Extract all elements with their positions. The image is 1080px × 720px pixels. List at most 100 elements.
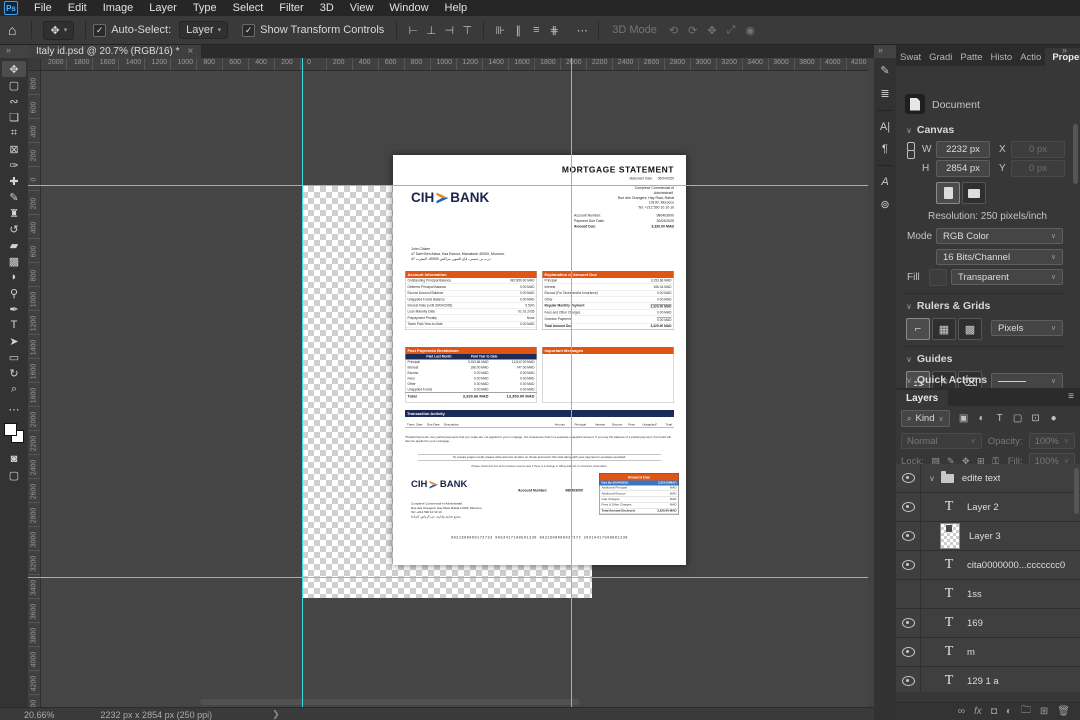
vertical-guide[interactable] xyxy=(571,58,572,707)
horizontal-guide[interactable] xyxy=(28,577,868,578)
healing-brush-tool[interactable]: ✚ xyxy=(2,173,26,189)
layers-scrollbar[interactable] xyxy=(1074,468,1079,514)
toggle-rulers-button[interactable]: ⌐ xyxy=(906,318,930,340)
character-panel-icon[interactable]: A| xyxy=(875,121,895,133)
blur-tool[interactable]: ◗ xyxy=(2,269,26,285)
visibility-cell[interactable] xyxy=(896,551,921,579)
3d-orbit-icon[interactable]: ⟲ xyxy=(669,24,678,37)
visibility-cell[interactable] xyxy=(896,522,921,550)
screen-mode[interactable]: ▢ xyxy=(2,467,26,483)
quick-actions-section-header[interactable]: ∨ Quick Actions xyxy=(906,374,987,386)
layer-mask-icon[interactable]: ◘ xyxy=(991,706,997,717)
canvas-area[interactable]: MORTGAGE STATEMENT Statement Date: 05/04… xyxy=(40,70,868,707)
tool-presets-icon[interactable]: ≣ xyxy=(875,87,895,100)
filter-adjustment-layers-icon[interactable]: ◐ xyxy=(975,413,989,424)
eye-icon[interactable] xyxy=(901,560,915,570)
filter-type-layers-icon[interactable]: T xyxy=(993,413,1007,424)
auto-select-target-dropdown[interactable]: Layer ▾ xyxy=(179,21,229,39)
orientation-landscape-button[interactable] xyxy=(962,182,986,204)
eraser-tool[interactable]: ▰ xyxy=(2,237,26,253)
marquee-tool[interactable]: ▢ xyxy=(2,77,26,93)
show-transform-checkbox[interactable]: ✓ xyxy=(242,23,256,37)
color-mode-dropdown[interactable]: RGB Color ∨ xyxy=(936,228,1063,244)
new-layer-icon[interactable]: ⊞ xyxy=(1040,706,1048,717)
layer-row[interactable]: T 169 xyxy=(896,609,1080,638)
horizontal-guide[interactable] xyxy=(28,185,868,186)
layer-row[interactable]: Layer 3 xyxy=(896,522,1080,551)
distribute-vertical-centers-icon[interactable]: ≡ xyxy=(527,24,545,36)
tab-gradi[interactable]: Gradi xyxy=(925,48,956,66)
align-horizontal-centers-icon[interactable]: ⊥ xyxy=(422,24,440,37)
adjustment-layer-icon[interactable]: ◐ xyxy=(1006,706,1012,717)
quick-mask-mode[interactable]: ◙ xyxy=(2,451,26,467)
zoom-level[interactable]: 20.66% xyxy=(24,710,55,720)
link-dimensions-icon[interactable] xyxy=(907,142,915,159)
menu-filter[interactable]: Filter xyxy=(271,0,311,16)
3d-slide-icon[interactable]: ⤢ xyxy=(727,24,736,37)
layer-row[interactable]: ∨ edite text xyxy=(896,464,1080,493)
eye-icon[interactable] xyxy=(901,502,915,512)
collapse-panel-strip-icon[interactable]: » xyxy=(878,45,883,55)
menu-edit[interactable]: Edit xyxy=(60,0,95,16)
type-tool[interactable]: T xyxy=(2,317,26,333)
layer-style-icon[interactable]: fx xyxy=(974,706,982,717)
edit-toolbar[interactable]: ⋯ xyxy=(2,401,26,417)
visibility-cell[interactable] xyxy=(896,580,921,608)
ruler-origin-corner[interactable] xyxy=(28,58,41,71)
document-tab[interactable]: Italy id.psd @ 20.7% (RGB/16) * × xyxy=(28,44,202,58)
vertical-ruler[interactable]: 800 600 400 200 0 200 400 600 800 1000 1200 1400 160… xyxy=(28,70,41,707)
guide-style-dropdown[interactable]: ∨ xyxy=(991,373,1063,389)
toggle-grid-button[interactable]: ▦ xyxy=(932,318,956,340)
eye-icon[interactable] xyxy=(901,531,915,541)
clone-stamp-tool[interactable]: ♜ xyxy=(2,205,26,221)
visibility-cell[interactable] xyxy=(896,638,921,666)
history-brush-tool[interactable]: ↺ xyxy=(2,221,26,237)
tab-histo[interactable]: Histo xyxy=(987,48,1017,66)
rectangle-tool[interactable]: ▭ xyxy=(2,349,26,365)
libraries-panel-icon[interactable]: ⊚ xyxy=(875,198,895,211)
layer-row[interactable]: T Layer 2 xyxy=(896,493,1080,522)
paragraph-panel-icon[interactable]: ¶ xyxy=(875,143,895,155)
status-arrow-icon[interactable]: ❯ xyxy=(272,709,280,720)
zoom-tool[interactable]: ⌕ xyxy=(2,381,26,397)
menu-select[interactable]: Select xyxy=(225,0,272,16)
ruler-units-dropdown[interactable]: Pixels ∨ xyxy=(991,320,1063,336)
visibility-cell[interactable] xyxy=(896,667,921,692)
pen-tool[interactable]: ✒ xyxy=(2,301,26,317)
layer-row[interactable]: T 129 1 a xyxy=(896,667,1080,692)
properties-scrollbar[interactable] xyxy=(1073,124,1078,184)
layer-row[interactable]: Tcita0000000...ccccccc0 d xyxy=(896,551,1080,580)
tab-layers[interactable]: Layers xyxy=(896,390,949,406)
menu-help[interactable]: Help xyxy=(437,0,476,16)
distribute-spacing-icon[interactable]: ⋕ xyxy=(545,24,563,37)
filter-toggle-icon[interactable]: ● xyxy=(1047,413,1061,424)
tab-actio[interactable]: Actio xyxy=(1016,48,1045,66)
orientation-portrait-button[interactable] xyxy=(936,182,960,204)
eyedropper-tool[interactable]: ✑ xyxy=(2,157,26,173)
more-options-icon[interactable]: ⋯ xyxy=(573,24,591,37)
move-tool-preset[interactable]: ✥ ▾ xyxy=(43,20,75,40)
eye-icon[interactable] xyxy=(901,618,915,628)
rotate-view-tool[interactable]: ↻ xyxy=(2,365,26,381)
bit-depth-dropdown[interactable]: 16 Bits/Channel ∨ xyxy=(936,249,1063,265)
document-page[interactable]: MORTGAGE STATEMENT Statement Date: 05/04… xyxy=(393,155,686,565)
filter-pixel-layers-icon[interactable]: ▣ xyxy=(957,413,971,424)
height-field[interactable]: 2854 px xyxy=(936,160,990,177)
visibility-cell[interactable] xyxy=(896,609,921,637)
visibility-cell[interactable] xyxy=(896,464,921,492)
3d-pan-icon[interactable]: ✥ xyxy=(707,24,716,37)
menu-type[interactable]: Type xyxy=(185,0,225,16)
chevron-down-icon[interactable]: ∨ xyxy=(929,474,935,483)
fill-dropdown[interactable]: Transparent ∨ xyxy=(951,269,1063,285)
3d-roll-icon[interactable]: ⟳ xyxy=(688,24,697,37)
eye-icon[interactable] xyxy=(901,647,915,657)
collapse-toolbar-icon[interactable]: » xyxy=(6,45,11,55)
menu-file[interactable]: File xyxy=(26,0,60,16)
rulers-grids-section-header[interactable]: ∨ Rulers & Grids xyxy=(906,300,990,312)
visibility-cell[interactable] xyxy=(896,493,921,521)
filter-smart-objects-icon[interactable]: ⊡ xyxy=(1029,413,1043,424)
eye-icon[interactable] xyxy=(901,676,915,686)
guides-section-header[interactable]: ∨ Guides xyxy=(906,353,952,365)
delete-layer-icon[interactable]: 🗑 xyxy=(1057,706,1070,717)
layer-row[interactable]: T 1ss xyxy=(896,580,1080,609)
